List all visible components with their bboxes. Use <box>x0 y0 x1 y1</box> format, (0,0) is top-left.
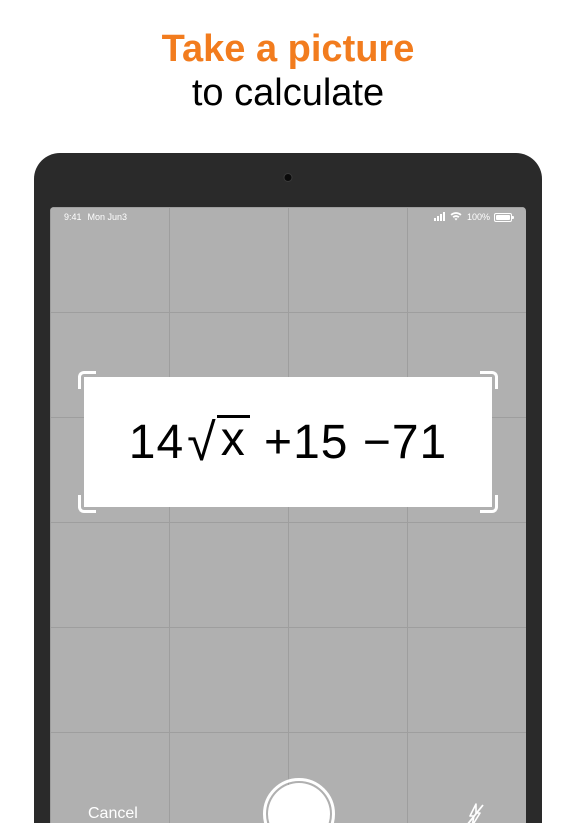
flash-toggle-button[interactable] <box>460 800 488 823</box>
tablet-frame: 9:41 Mon Jun3 100% 14√x +15 −71 <box>34 153 542 823</box>
headline-accent: Take a picture <box>0 28 576 72</box>
camera-grid-overlay <box>50 207 526 823</box>
sqrt-symbol: √x <box>184 412 250 472</box>
signal-icon <box>434 213 445 221</box>
camera-controls: Cancel <box>50 769 526 823</box>
device-camera-dot <box>284 173 293 182</box>
cancel-button[interactable]: Cancel <box>88 805 138 823</box>
eq-term-2: +15 <box>250 415 363 470</box>
status-date: Mon Jun3 <box>88 212 128 222</box>
flash-off-icon <box>464 802 484 823</box>
battery-icon <box>494 213 512 222</box>
battery-percent: 100% <box>467 212 490 222</box>
status-right: 100% <box>434 211 512 223</box>
marketing-headline: Take a picture to calculate <box>0 0 576 135</box>
wifi-icon <box>449 211 463 223</box>
captured-expression: 14√x +15 −71 <box>84 377 492 507</box>
camera-screen: 9:41 Mon Jun3 100% 14√x +15 −71 <box>50 207 526 823</box>
status-bar: 9:41 Mon Jun3 100% <box>50 207 526 227</box>
shutter-button[interactable] <box>268 783 330 823</box>
capture-frame[interactable]: 14√x +15 −71 <box>84 377 492 507</box>
headline-sub: to calculate <box>0 72 576 116</box>
status-time: 9:41 <box>64 212 82 222</box>
status-left: 9:41 Mon Jun3 <box>64 212 127 222</box>
eq-term-3: −71 <box>363 415 447 470</box>
eq-term-1: 14 <box>129 415 184 470</box>
